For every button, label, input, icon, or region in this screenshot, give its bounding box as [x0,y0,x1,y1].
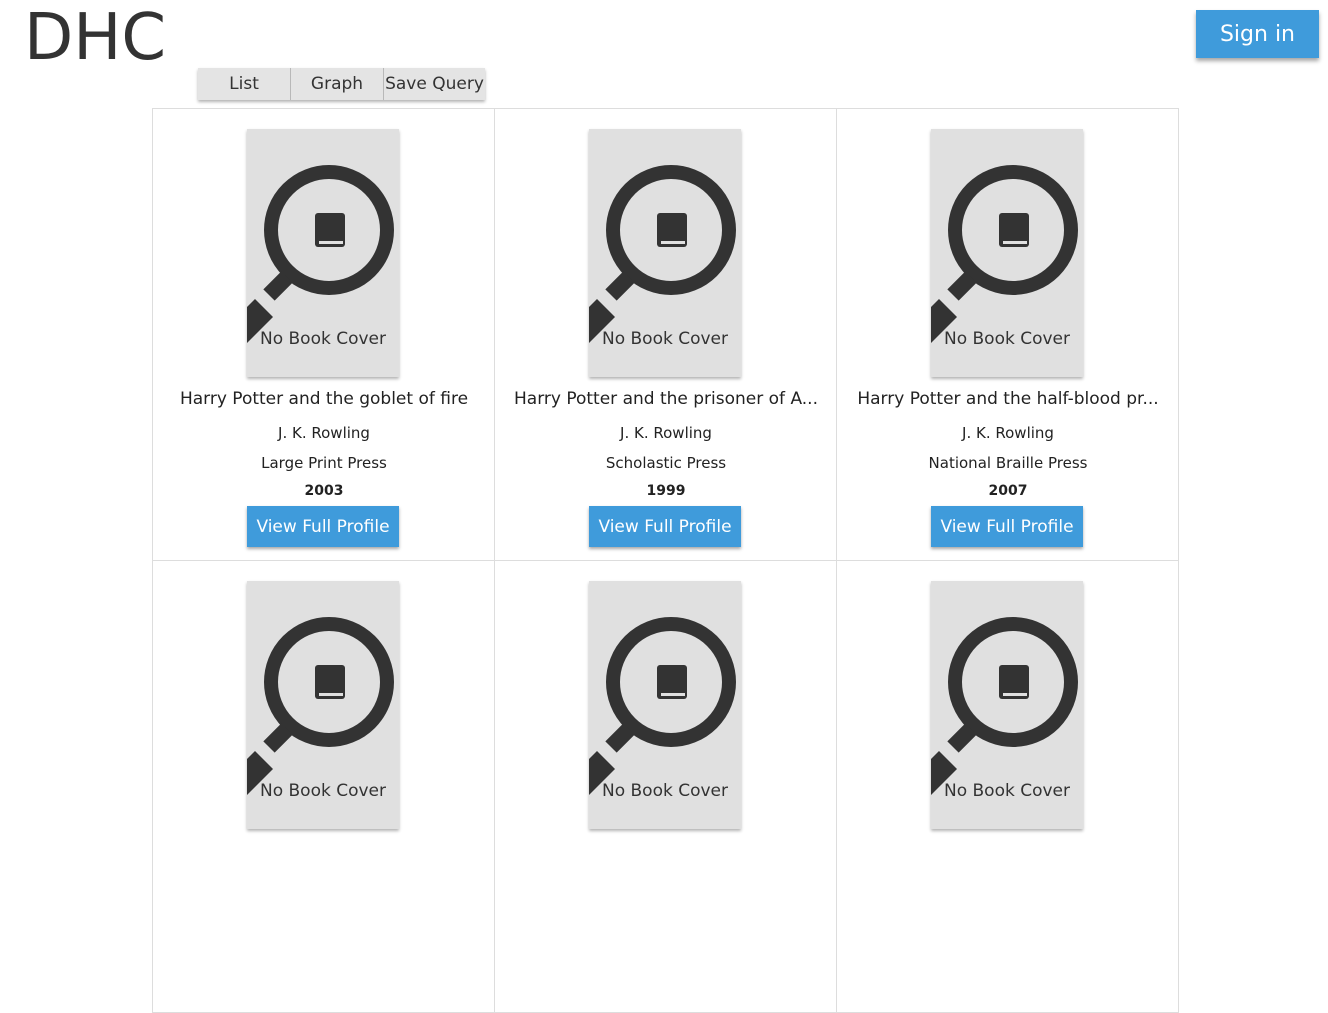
save-query-button[interactable]: Save Query [384,68,485,100]
book-title: Harry Potter and the prisoner of A... [514,389,818,409]
book-cover-placeholder: No Book Cover [589,581,741,829]
book-author: J. K. Rowling [620,424,712,442]
view-full-profile-button[interactable]: View Full Profile [247,506,399,547]
book-cover-placeholder: No Book Cover [589,129,741,377]
book-cover-placeholder: No Book Cover [247,581,399,829]
book-title: Harry Potter and the half-blood pr... [857,389,1159,409]
book-author: J. K. Rowling [278,424,370,442]
result-card: No Book Cover Harry Potter and the goble… [153,109,495,561]
no-cover-label: No Book Cover [601,329,728,349]
result-card: No Book Cover [837,561,1179,1013]
result-card: No Book Cover Harry Potter and the priso… [495,109,837,561]
book-publisher: Scholastic Press [605,454,727,472]
no-cover-label: No Book Cover [601,781,728,801]
book-cover-placeholder: No Book Cover [247,129,399,377]
book-cover-placeholder: No Book Cover [931,581,1083,829]
book-publisher: National Braille Press [928,454,1088,472]
results-grid: No Book Cover Harry Potter and the goble… [152,108,1179,1013]
no-cover-label: No Book Cover [259,781,386,801]
book-cover-placeholder: No Book Cover [931,129,1083,377]
result-card: No Book Cover [153,561,495,1013]
book-year: 1999 [646,483,686,499]
result-card: No Book Cover Harry Potter and the half-… [837,109,1179,561]
view-full-profile-button[interactable]: View Full Profile [589,506,741,547]
book-author: J. K. Rowling [962,424,1054,442]
sign-in-button[interactable]: Sign in [1196,10,1319,58]
book-title: Harry Potter and the goblet of fire [179,389,469,409]
book-year: 2003 [304,483,344,499]
view-full-profile-button[interactable]: View Full Profile [931,506,1083,547]
book-year: 2007 [988,483,1028,499]
app-title: DHC [24,1,167,75]
tab-graph[interactable]: Graph [291,68,384,100]
tab-list[interactable]: List [198,68,291,100]
result-card: No Book Cover [495,561,837,1013]
no-cover-label: No Book Cover [943,781,1070,801]
no-cover-label: No Book Cover [259,329,386,349]
view-tabs: List Graph Save Query [198,68,485,100]
book-publisher: Large Print Press [261,454,387,472]
no-cover-label: No Book Cover [943,329,1070,349]
